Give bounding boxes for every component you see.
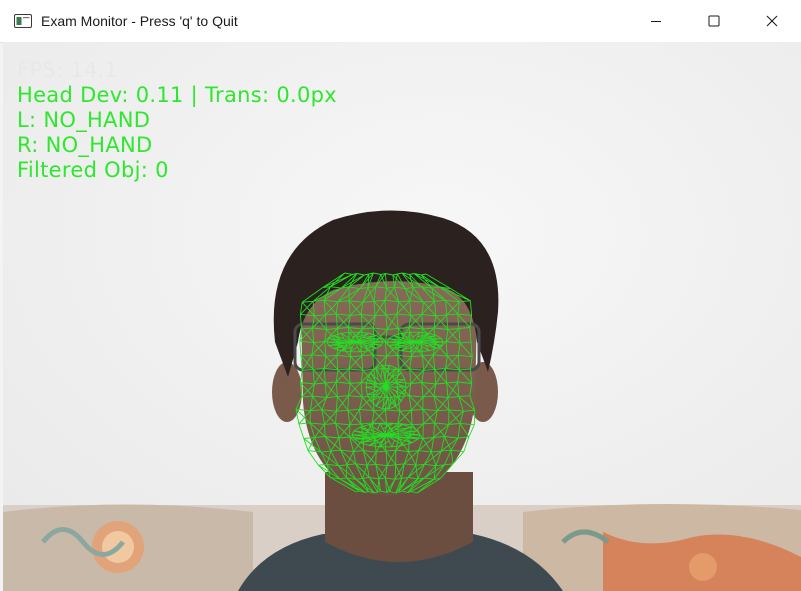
window-controls: [627, 0, 801, 42]
close-button[interactable]: [743, 0, 801, 42]
maximize-button[interactable]: [685, 0, 743, 42]
filtered-object-count: Filtered Obj: 0: [17, 158, 169, 182]
window-title: Exam Monitor - Press 'q' to Quit: [41, 13, 238, 29]
left-hand-status: L: NO_HAND: [17, 108, 151, 132]
left-eye-mesh: [326, 331, 384, 353]
right-hand-status: R: NO_HAND: [17, 133, 153, 157]
close-icon: [766, 15, 778, 27]
fps-readout: FPS: 14.1: [17, 58, 119, 82]
right-eye-mesh: [386, 331, 444, 353]
maximize-icon: [708, 15, 720, 27]
mouth-mesh: [351, 422, 421, 448]
exam-monitor-window: Exam Monitor - Press 'q' to Quit FPS: 14…: [0, 0, 801, 591]
title-bar[interactable]: Exam Monitor - Press 'q' to Quit: [0, 0, 801, 43]
app-window-icon: [14, 14, 32, 28]
minimize-button[interactable]: [627, 0, 685, 42]
nose-mesh: [365, 364, 407, 410]
camera-feed: FPS: 14.1 Head Dev: 0.11 | Trans: 0.0px …: [3, 42, 801, 591]
minimize-icon: [650, 15, 662, 27]
status-overlay: FPS: 14.1 Head Dev: 0.11 | Trans: 0.0px …: [17, 58, 337, 183]
head-deviation-readout: Head Dev: 0.11 | Trans: 0.0px: [17, 83, 337, 107]
